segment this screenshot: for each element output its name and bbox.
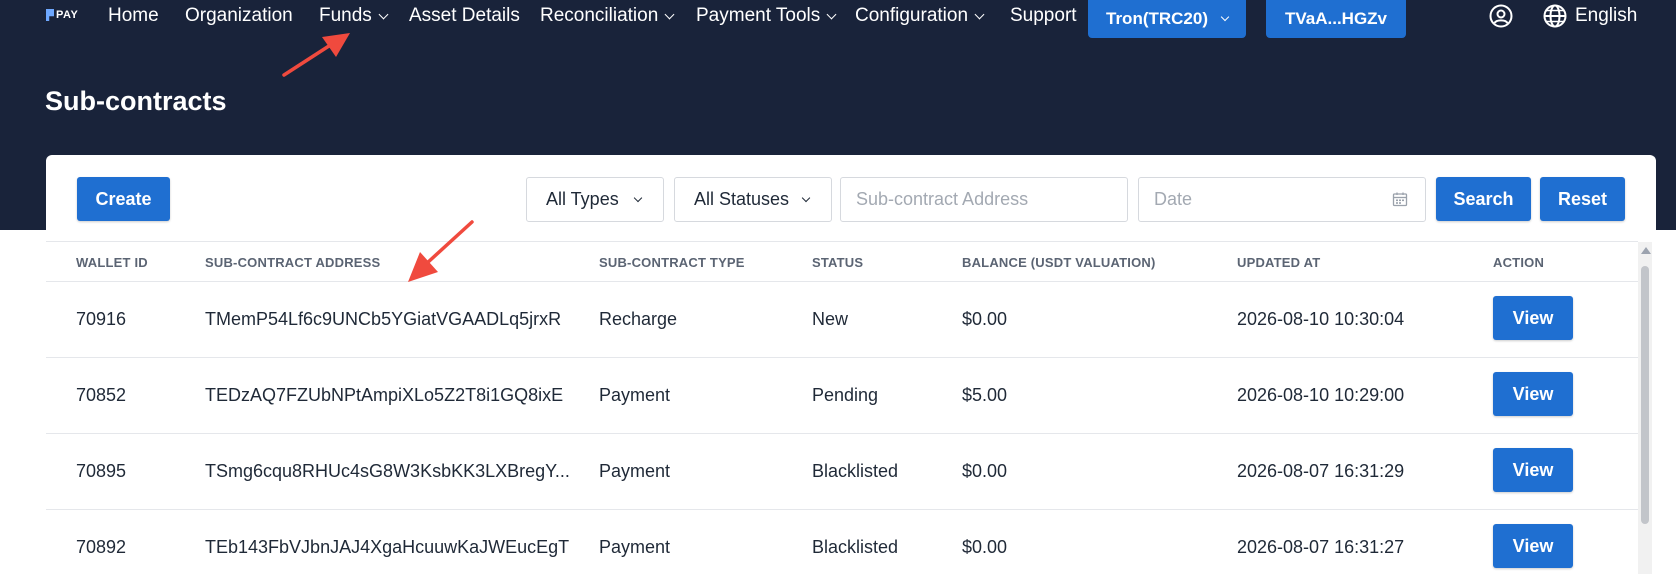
- type-cell: Payment: [599, 385, 671, 405]
- chevron-down-icon: [378, 9, 389, 19]
- chevron-down-icon: [1220, 12, 1230, 22]
- date-input[interactable]: [1138, 177, 1426, 222]
- logo-mark-icon: [46, 9, 54, 21]
- create-button[interactable]: Create: [77, 177, 170, 221]
- nav-item-home[interactable]: Home: [108, 4, 159, 28]
- nav-item-reconciliation[interactable]: Reconciliation: [540, 4, 675, 28]
- status-select-value: All Statuses: [694, 189, 790, 209]
- brand-logo[interactable]: PAY: [46, 9, 78, 21]
- balance-cell: $0.00: [962, 537, 1008, 557]
- language-selector[interactable]: English: [1543, 3, 1637, 29]
- column-header-type: SUB-CONTRACT TYPE: [599, 255, 745, 270]
- scroll-thumb[interactable]: [1641, 266, 1649, 524]
- network-label: Tron(TRC20): [1106, 9, 1208, 28]
- wallet-id-cell: 70852: [76, 385, 127, 405]
- chevron-down-icon: [974, 9, 985, 19]
- address-cell: TEb143FbVJbnJAJ4XgaHcuuwKaJWEucEgT: [205, 537, 570, 557]
- wallet-label: TVaA...HGZv: [1284, 9, 1388, 28]
- updated-at-cell: 2026-08-10 10:30:04: [1237, 309, 1405, 329]
- wallet-id-cell: 70892: [76, 537, 127, 557]
- search-button[interactable]: Search: [1436, 177, 1531, 221]
- nav-item-payment-tools[interactable]: Payment Tools: [696, 4, 837, 28]
- address-cell: TMemP54Lf6c9UNCb5YGiatVGAADLq5jrxR: [205, 309, 562, 329]
- status-cell: New: [812, 309, 849, 329]
- wallet-id-cell: 70916: [76, 309, 127, 329]
- nav-item-support[interactable]: Support: [1010, 4, 1077, 28]
- table-row: 70892 TEb143FbVJbnJAJ4XgaHcuuwKaJWEucEgT…: [46, 510, 1638, 574]
- nav-item-configuration[interactable]: Configuration: [855, 4, 985, 28]
- wallet-id-cell: 70895: [76, 461, 127, 481]
- nav-item-label: Funds: [319, 5, 372, 26]
- table-row: 70916 TMemP54Lf6c9UNCb5YGiatVGAADLq5jrxR…: [46, 282, 1638, 358]
- table-header: WALLET ID SUB-CONTRACT ADDRESS SUB-CONTR…: [46, 242, 1638, 282]
- column-header-wallet-id: WALLET ID: [76, 255, 148, 270]
- nav-item-organization[interactable]: Organization: [185, 4, 293, 28]
- table-scrollbar[interactable]: [1638, 242, 1652, 574]
- view-button[interactable]: View: [1493, 296, 1573, 340]
- status-cell: Blacklisted: [812, 537, 899, 557]
- annotation-arrow-icon: [408, 220, 474, 282]
- status-cell: Pending: [812, 385, 879, 405]
- column-header-updated-at: UPDATED AT: [1237, 255, 1321, 270]
- column-header-action: ACTION: [1493, 255, 1545, 270]
- scroll-up-arrow-icon[interactable]: [1641, 247, 1651, 254]
- wallet-address-button[interactable]: TVaA...HGZv: [1266, 0, 1406, 38]
- type-cell: Payment: [599, 537, 671, 557]
- subcontracts-card: Create All Types All Statuses Sub-contra…: [46, 155, 1656, 574]
- view-button[interactable]: View: [1493, 372, 1573, 416]
- nav-item-funds[interactable]: Funds: [319, 4, 389, 28]
- column-header-balance: BALANCE (USDT VALUATION): [962, 255, 1156, 270]
- nav-item-label: Asset Details: [409, 5, 520, 26]
- updated-at-cell: 2026-08-07 16:31:29: [1237, 461, 1405, 481]
- updated-at-cell: 2026-08-07 16:31:27: [1237, 537, 1405, 557]
- subcontract-address-input[interactable]: [840, 177, 1128, 222]
- network-selector[interactable]: Tron(TRC20): [1088, 0, 1246, 38]
- logo-text: PAY: [56, 9, 79, 21]
- chevron-down-icon: [633, 193, 643, 203]
- status-cell: Blacklisted: [812, 461, 899, 481]
- column-header-address: SUB-CONTRACT ADDRESS: [205, 255, 381, 270]
- chevron-down-icon: [826, 9, 837, 19]
- type-cell: Payment: [599, 461, 671, 481]
- table-row: 70852 TEDzAQ7FZUbNPtAmpiXLo5Z2T8i1GQ8ixE…: [46, 358, 1638, 434]
- nav-item-label: Reconciliation: [540, 5, 659, 26]
- balance-cell: $0.00: [962, 309, 1008, 329]
- nav-item-label: Support: [1010, 5, 1077, 26]
- subcontracts-table: WALLET ID SUB-CONTRACT ADDRESS SUB-CONTR…: [46, 241, 1638, 574]
- table-row: 70895 TSmg6cqu8RHUc4sG8W3KsbKK3LXBregY..…: [46, 434, 1638, 510]
- type-select-value: All Types: [546, 189, 619, 209]
- view-button[interactable]: View: [1493, 448, 1573, 492]
- nav-item-label: Configuration: [855, 5, 969, 26]
- user-circle-icon[interactable]: [1489, 4, 1513, 28]
- updated-at-cell: 2026-08-10 10:29:00: [1237, 385, 1405, 405]
- globe-icon: [1543, 4, 1567, 28]
- page-title: Sub-contracts: [45, 86, 227, 116]
- balance-cell: $0.00: [962, 461, 1008, 481]
- top-nav: PAY Home Organization Funds Asset Detail…: [0, 0, 1676, 38]
- chevron-down-icon: [801, 193, 811, 203]
- reset-button[interactable]: Reset: [1540, 177, 1625, 221]
- chevron-down-icon: [664, 9, 675, 19]
- type-select[interactable]: All Types: [526, 177, 664, 222]
- nav-item-label: Payment Tools: [696, 5, 821, 26]
- filter-toolbar: Create All Types All Statuses Sub-contra…: [46, 155, 1656, 241]
- view-button[interactable]: View: [1493, 524, 1573, 568]
- status-select[interactable]: All Statuses: [674, 177, 832, 222]
- address-cell: TEDzAQ7FZUbNPtAmpiXLo5Z2T8i1GQ8ixE: [205, 385, 564, 405]
- nav-item-label: Home: [108, 5, 159, 26]
- nav-item-asset-details[interactable]: Asset Details: [409, 4, 520, 28]
- balance-cell: $5.00: [962, 385, 1008, 405]
- calendar-icon: [1392, 192, 1408, 207]
- app-root: PAY Home Organization Funds Asset Detail…: [0, 0, 1676, 574]
- language-label: English: [1575, 5, 1638, 26]
- address-cell: TSmg6cqu8RHUc4sG8W3KsbKK3LXBregY...: [205, 461, 570, 481]
- annotation-arrow-icon: [282, 33, 350, 77]
- type-cell: Recharge: [599, 309, 678, 329]
- nav-item-label: Organization: [185, 5, 293, 26]
- column-header-status: STATUS: [812, 255, 864, 270]
